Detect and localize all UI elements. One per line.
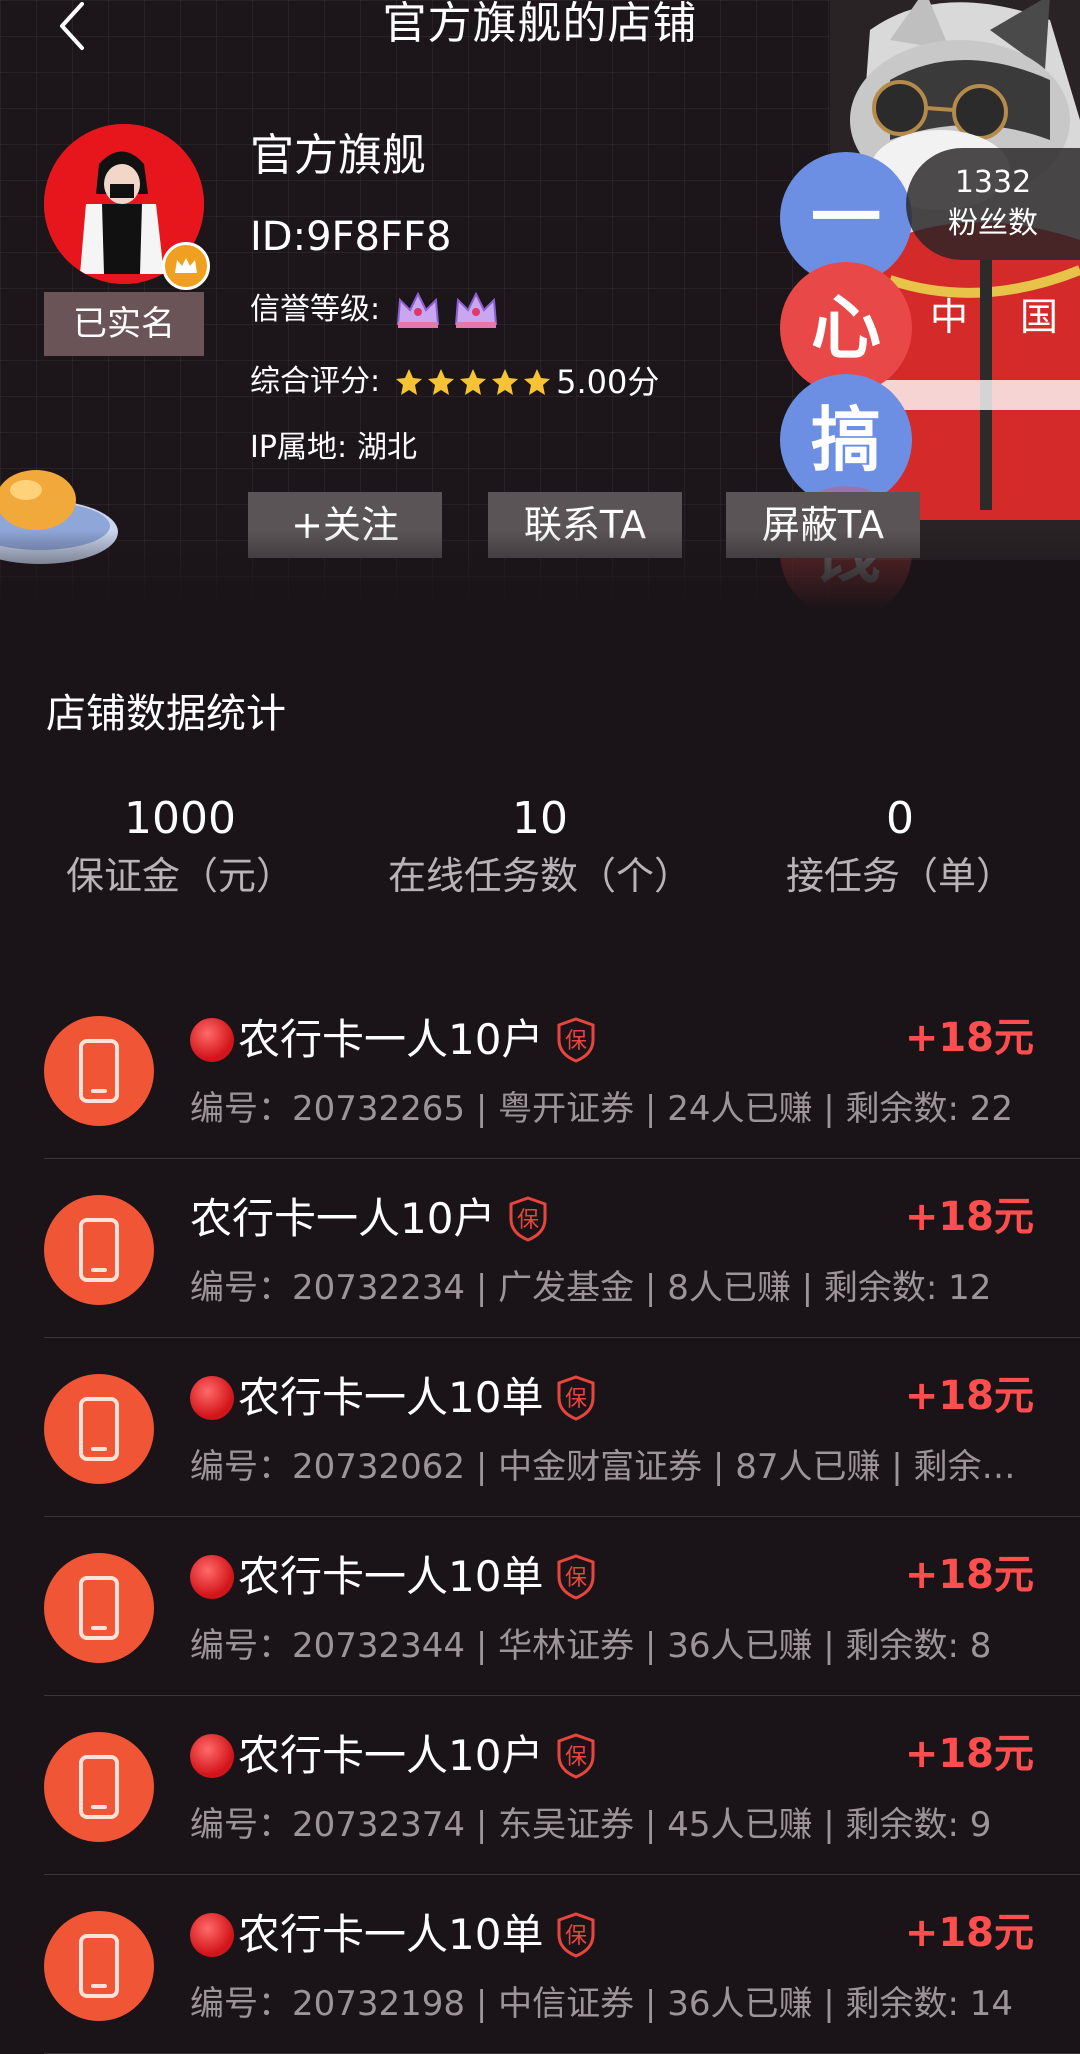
task-title-row: 农行卡一人10户 保 (190, 1191, 549, 1247)
verified-badge: 已实名 (44, 292, 204, 356)
task-desc: 编号：20732062 | 中金财富证券 | 87人已赚 | 剩余… (190, 1447, 1016, 1487)
follow-button[interactable]: +关注 (248, 492, 442, 558)
task-title-row: 农行卡一人10单 保 (190, 1370, 597, 1426)
block-button[interactable]: 屏蔽TA (726, 492, 920, 558)
task-reward: +18元 (904, 1552, 1034, 1598)
star-icon (492, 369, 519, 395)
phone-icon (44, 1016, 154, 1126)
task-title-row: 农行卡一人10单 保 (190, 1907, 597, 1963)
stats-title: 店铺数据统计 (46, 691, 286, 737)
phone-icon (44, 1195, 154, 1305)
stat-value: 1000 (124, 793, 236, 844)
task-reward: +18元 (904, 1731, 1034, 1777)
task-item[interactable]: 农行卡一人10户 保 +18元 编号：20732374 | 东吴证券 | 45人… (44, 1696, 1080, 1875)
task-desc: 编号：20732265 | 粤开证券 | 24人已赚 | 剩余数: 22 (190, 1089, 1014, 1129)
shop-id: ID:9F8FF8 (250, 214, 452, 260)
stat-deposit: 1000 保证金（元） (40, 790, 320, 904)
task-title: 农行卡一人10户 (238, 1015, 544, 1064)
hot-dot-icon (190, 1913, 234, 1957)
fans-count: 1332 (954, 165, 1032, 200)
svg-text:保: 保 (565, 1566, 587, 1591)
task-reward: +18元 (904, 1194, 1034, 1240)
stat-label: 在线任务数（个） (387, 854, 692, 898)
star-icon (396, 369, 423, 395)
stat-accepted-tasks: 0 接任务（单） (760, 790, 1040, 904)
svg-text:保: 保 (565, 1924, 587, 1949)
hot-dot-icon (190, 1376, 234, 1420)
ip-label: IP属地: (250, 430, 348, 465)
phone-icon (44, 1553, 154, 1663)
svg-text:中: 中 (930, 295, 968, 339)
contact-button[interactable]: 联系TA (488, 492, 682, 558)
star-icon (428, 369, 455, 395)
task-desc: 编号：20732344 | 华林证券 | 36人已赚 | 剩余数: 8 (190, 1626, 992, 1666)
shop-header: 中 国 官方旗舰的店铺 已实名 官方旗舰 ID:9F8FF8 信誉等级: 综合评… (0, 0, 1080, 610)
task-title: 农行卡一人10户 (238, 1731, 544, 1780)
page-title: 官方旗舰的店铺 (382, 0, 698, 49)
hot-dot-icon (190, 1018, 234, 1062)
task-title: 农行卡一人10单 (238, 1552, 544, 1601)
task-desc: 编号：20732234 | 广发基金 | 8人已赚 | 剩余数: 12 (190, 1268, 992, 1308)
task-item[interactable]: 农行卡一人10户 保 +18元 编号：20732265 | 粤开证券 | 24人… (44, 980, 1080, 1159)
task-item[interactable]: 农行卡一人10单 保 +18元 编号：20732062 | 中金财富证券 | 8… (44, 1338, 1080, 1517)
stat-online-tasks: 10 在线任务数（个） (360, 790, 720, 904)
credit-row: 信誉等级: (250, 288, 510, 332)
credit-level-crowns (394, 288, 510, 332)
fans-label: 粉丝数 (948, 206, 1038, 241)
guarantee-shield-icon: 保 (509, 1196, 547, 1242)
credit-crown-icon (397, 291, 440, 328)
phone-icon (44, 1911, 154, 2021)
score-value: 5.00分 (556, 363, 660, 401)
guarantee-shield-icon: 保 (557, 1912, 595, 1958)
hot-dot-icon (190, 1555, 234, 1599)
task-title-row: 农行卡一人10单 保 (190, 1549, 597, 1605)
stat-value: 10 (512, 793, 568, 844)
ufo-decoration (0, 470, 118, 564)
task-title: 农行卡一人10单 (238, 1910, 544, 1959)
score-label: 综合评分: (250, 364, 381, 399)
task-desc: 编号：20732198 | 中信证券 | 36人已赚 | 剩余数: 14 (190, 1984, 1014, 2024)
svg-text:保: 保 (565, 1029, 587, 1054)
task-title-row: 农行卡一人10户 保 (190, 1728, 597, 1784)
shop-name: 官方旗舰 (250, 130, 426, 181)
phone-icon (44, 1732, 154, 1842)
guarantee-shield-icon: 保 (557, 1375, 595, 1421)
task-desc: 编号：20732374 | 东吴证券 | 45人已赚 | 剩余数: 9 (190, 1805, 992, 1845)
task-reward: +18元 (904, 1910, 1034, 1956)
task-reward: +18元 (904, 1015, 1034, 1061)
task-item[interactable]: 农行卡一人10单 保 +18元 编号：20732198 | 中信证券 | 36人… (44, 1875, 1080, 2054)
task-item[interactable]: 农行卡一人10单 保 +18元 编号：20732344 | 华林证券 | 36人… (44, 1517, 1080, 1696)
task-reward: +18元 (904, 1373, 1034, 1419)
credit-label: 信誉等级: (250, 292, 381, 327)
guarantee-shield-icon: 保 (557, 1017, 595, 1063)
guarantee-shield-icon: 保 (557, 1554, 595, 1600)
stat-value: 0 (886, 793, 914, 844)
star-icon (524, 369, 551, 395)
star-icon (460, 369, 487, 395)
score-row: 综合评分: 5.00分 (250, 360, 659, 404)
ip-value: 湖北 (357, 430, 418, 465)
guarantee-shield-icon: 保 (557, 1733, 595, 1779)
svg-text:保: 保 (517, 1208, 539, 1233)
credit-crown-icon (455, 291, 498, 328)
task-title: 农行卡一人10户 (190, 1194, 496, 1243)
stat-label: 保证金（元） (65, 854, 294, 898)
fans-count-badge[interactable]: 1332 粉丝数 (906, 148, 1080, 260)
hot-dot-icon (190, 1734, 234, 1778)
task-title: 农行卡一人10单 (238, 1373, 544, 1422)
ip-row: IP属地: 湖北 (250, 426, 417, 470)
svg-text:国: 国 (1020, 295, 1058, 339)
task-item[interactable]: 农行卡一人10户 保 +18元 编号：20732234 | 广发基金 | 8人已… (44, 1159, 1080, 1338)
phone-icon (44, 1374, 154, 1484)
score-stars (394, 367, 554, 397)
stat-label: 接任务（单） (785, 854, 1014, 898)
svg-text:保: 保 (565, 1387, 587, 1412)
crown-badge-icon (162, 242, 210, 290)
svg-text:保: 保 (565, 1745, 587, 1770)
task-title-row: 农行卡一人10户 保 (190, 1012, 597, 1068)
